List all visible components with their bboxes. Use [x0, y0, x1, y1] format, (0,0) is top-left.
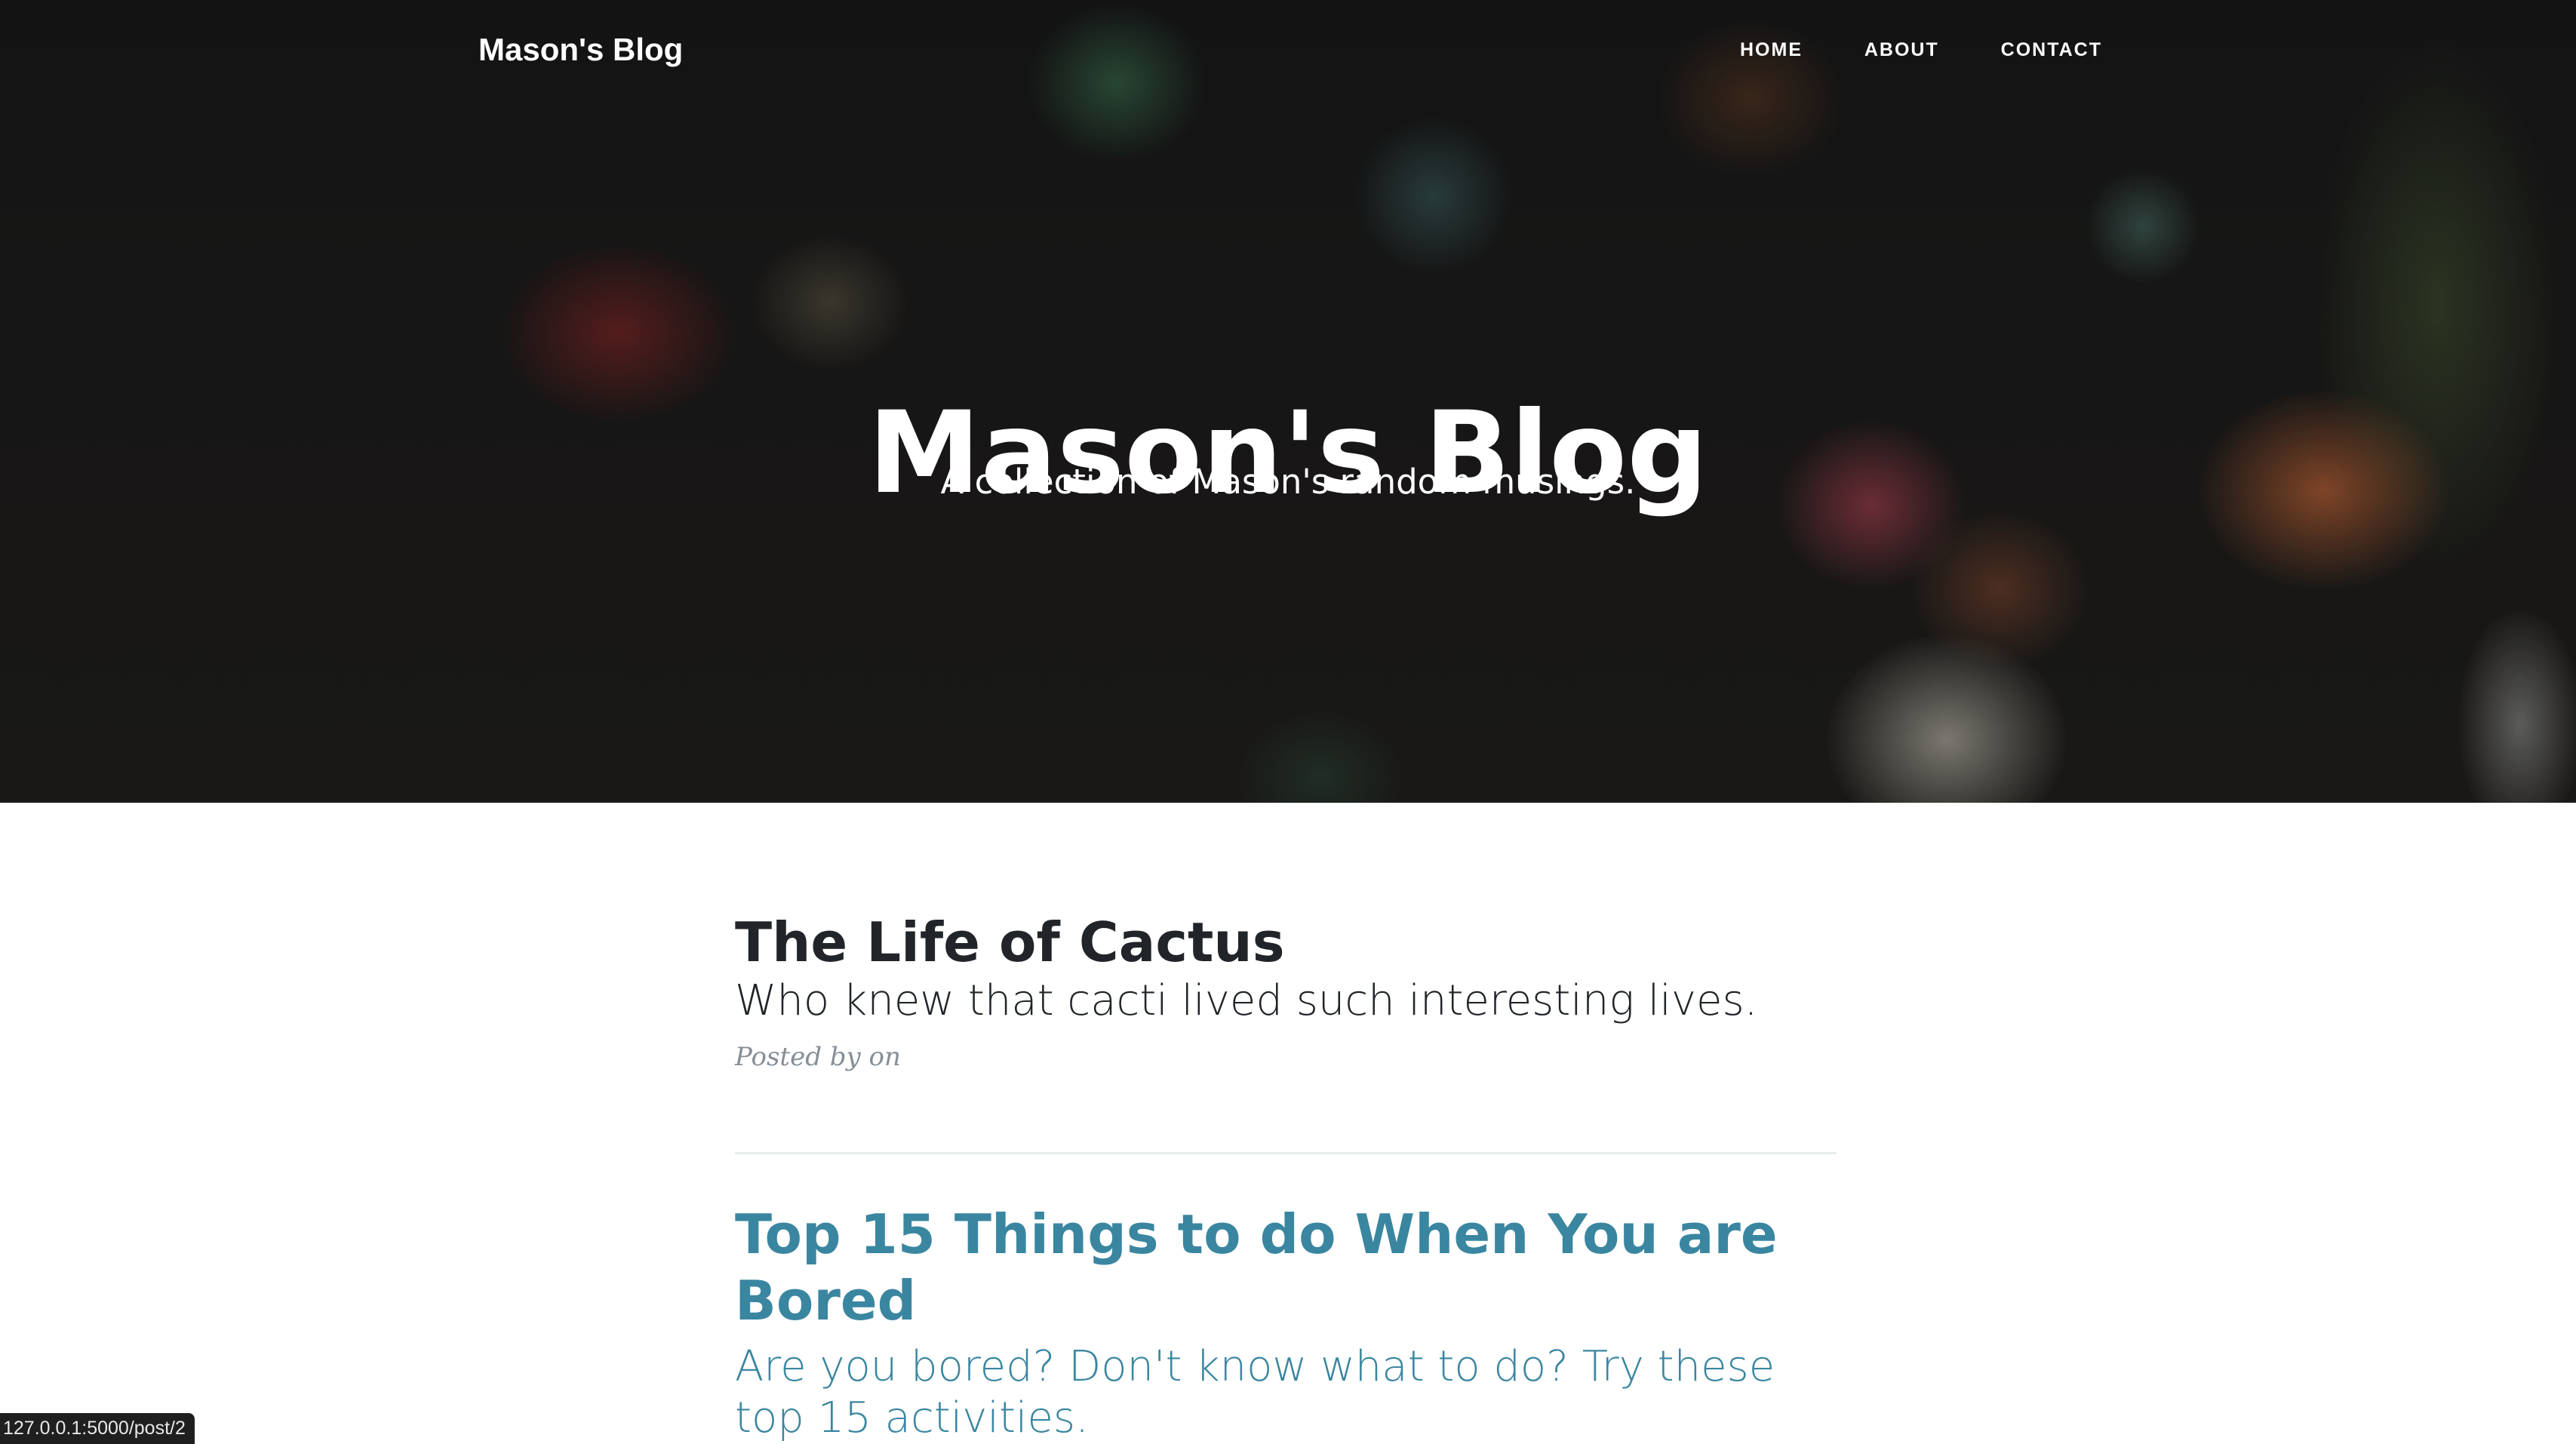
post-preview: Top 15 Things to do When You are Bored A… [735, 1201, 1837, 1444]
masthead-header: Mason's Blog HOME ABOUT CONTACT Mason's … [0, 0, 2576, 803]
nav-contact-link[interactable]: CONTACT [2001, 36, 2102, 63]
post-meta: Posted by on [735, 1042, 901, 1072]
nav-home-link[interactable]: HOME [1740, 36, 1803, 63]
navbar-brand-link[interactable]: Mason's Blog [478, 29, 683, 71]
nav-about-link[interactable]: ABOUT [1864, 36, 1939, 63]
post-link[interactable]: Top 15 Things to do When You are Bored A… [735, 1201, 1837, 1444]
main-nav: HOME ABOUT CONTACT [1740, 36, 2102, 63]
post-title: The Life of Cactus [735, 911, 1285, 974]
post-list: The Life of Cactus Who knew that cacti l… [735, 909, 1837, 1444]
post-subtitle: Are you bored? Don't know what to do? Tr… [735, 1342, 1775, 1442]
page-subtitle: A collection of Mason's random musings. [940, 462, 1636, 502]
post-subtitle: Who knew that cacti lived such interesti… [735, 976, 1758, 1025]
post-divider [735, 1152, 1837, 1154]
post-preview: The Life of Cactus Who knew that cacti l… [735, 909, 1837, 1152]
post-title: Top 15 Things to do When You are Bored [735, 1203, 1778, 1332]
post-link[interactable]: The Life of Cactus Who knew that cacti l… [735, 909, 1837, 1027]
status-bar-url: 127.0.0.1:5000/post/2 [0, 1413, 195, 1444]
